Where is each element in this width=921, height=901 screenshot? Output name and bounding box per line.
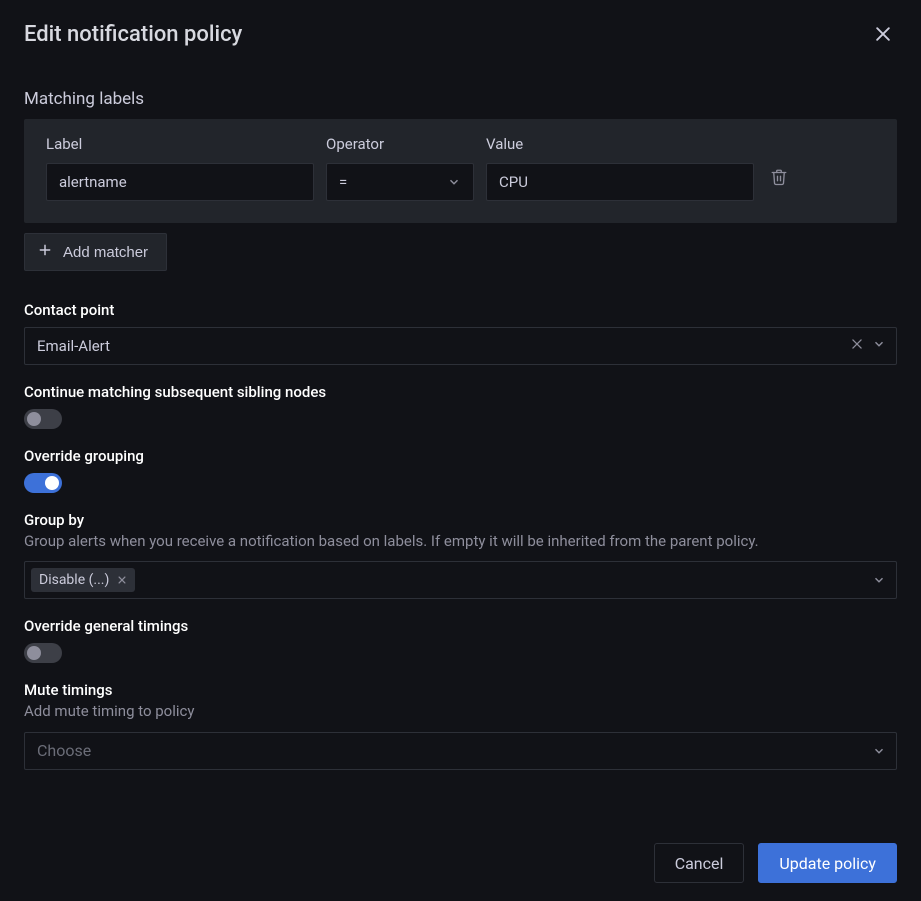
chip-remove-icon[interactable] [117, 575, 127, 585]
toggle-knob [27, 412, 41, 426]
group-by-label: Group by [24, 511, 897, 529]
close-button[interactable] [869, 20, 897, 51]
contact-point-value: Email-Alert [37, 337, 110, 355]
continue-matching-toggle[interactable] [24, 409, 62, 429]
chevron-down-icon [872, 744, 886, 758]
chevron-down-icon [872, 337, 886, 355]
delete-matcher-button[interactable] [766, 164, 792, 193]
operator-select[interactable]: = [326, 163, 474, 201]
label-column-header: Label [46, 135, 314, 153]
override-timings-label: Override general timings [24, 617, 897, 635]
mute-timings-select[interactable]: Choose [24, 732, 897, 770]
group-by-chip-label: Disable (...) [39, 572, 109, 588]
chevron-down-icon [872, 573, 886, 587]
matcher-container: Label Operator = Value [24, 119, 897, 223]
contact-point-label: Contact point [24, 301, 897, 319]
toggle-knob [27, 646, 41, 660]
mute-timings-label: Mute timings [24, 681, 897, 699]
update-policy-button[interactable]: Update policy [758, 843, 897, 883]
modal-title: Edit notification policy [24, 22, 242, 47]
value-input[interactable] [486, 163, 754, 201]
trash-icon [770, 174, 788, 189]
add-matcher-label: Add matcher [63, 244, 148, 261]
operator-select-value: = [339, 173, 347, 191]
clear-icon[interactable] [850, 337, 864, 355]
group-by-description: Group alerts when you receive a notifica… [24, 531, 897, 551]
mute-timings-placeholder: Choose [37, 741, 91, 760]
contact-point-select[interactable]: Email-Alert [24, 327, 897, 365]
override-grouping-label: Override grouping [24, 447, 897, 465]
operator-column-header: Operator [326, 135, 474, 153]
matching-labels-heading: Matching labels [24, 89, 897, 109]
close-icon [873, 32, 893, 47]
label-input[interactable] [46, 163, 314, 201]
override-timings-toggle[interactable] [24, 643, 62, 663]
add-matcher-button[interactable]: Add matcher [24, 233, 167, 271]
cancel-button[interactable]: Cancel [654, 843, 745, 883]
plus-icon [37, 242, 53, 262]
value-column-header: Value [486, 135, 754, 153]
group-by-chip: Disable (...) [31, 568, 135, 592]
mute-timings-description: Add mute timing to policy [24, 701, 897, 721]
group-by-select[interactable]: Disable (...) [24, 561, 897, 599]
toggle-knob [45, 476, 59, 490]
override-grouping-toggle[interactable] [24, 473, 62, 493]
continue-matching-label: Continue matching subsequent sibling nod… [24, 383, 897, 401]
chevron-down-icon [447, 175, 461, 189]
